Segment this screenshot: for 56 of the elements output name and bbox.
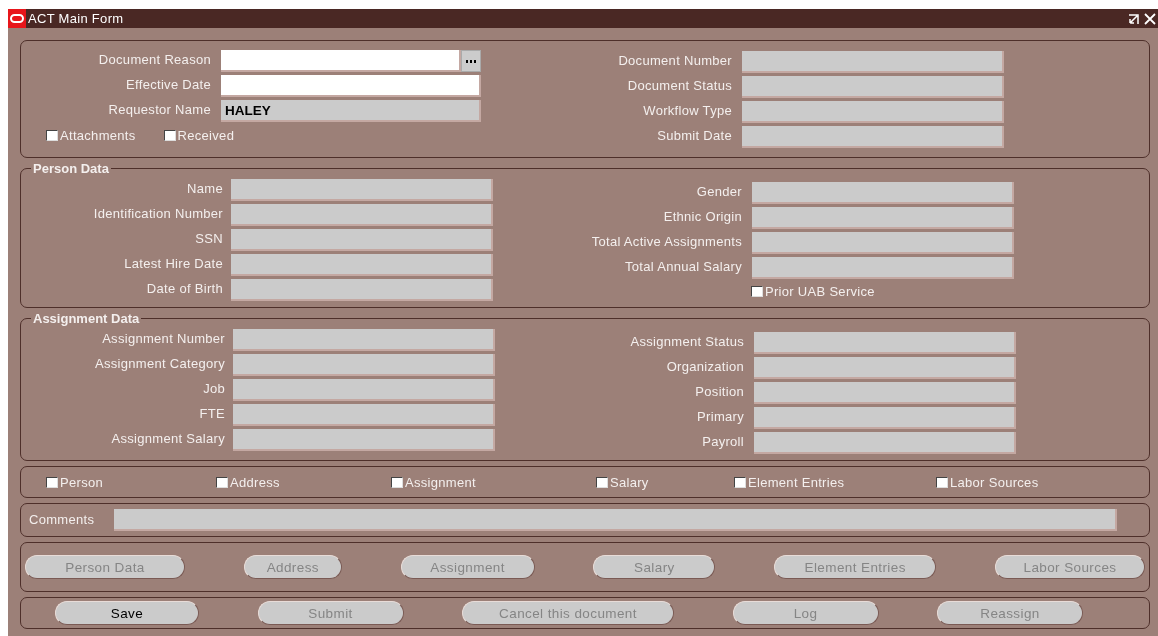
field-label: Submit Date [656,127,732,145]
checkbox-label: Received [177,128,235,143]
ellipsis-icon [466,59,476,63]
field-label: FTE [198,405,225,423]
close-icon[interactable] [1144,12,1156,25]
checkbox[interactable] [751,286,763,297]
field-label: Assignment Salary [110,430,225,448]
field-label: Job [202,380,225,398]
restore-icon[interactable] [1128,12,1140,25]
field-label: Requestor Name [107,101,211,119]
field-label: Latest Hire Date [123,255,223,273]
section-title: Person Data [32,162,110,175]
checkbox[interactable] [391,476,403,488]
checkbox-label: Salary [610,474,649,490]
field-label: Identification Number [92,205,223,223]
field-label: Name [186,180,223,198]
field-label: Assignment Number [101,330,225,348]
checkbox-label: Person [60,474,103,490]
checkbox[interactable] [46,476,58,488]
checkbox[interactable] [734,476,746,488]
field-label: Workflow Type [642,102,732,120]
field-label: Position [694,383,744,401]
checkbox-label: Assignment [405,474,476,490]
field-label: Assignment Category [94,355,225,373]
section-title: Assignment Data [32,312,141,325]
app-logo [8,9,26,28]
action-button[interactable]: Save [55,601,199,625]
field-label: Total Active Assignments [590,233,742,251]
field-label: Effective Date [125,76,211,94]
field-label: Gender [695,183,742,201]
field-label: Assignment Status [629,333,744,351]
text-field[interactable] [221,75,481,97]
window-title: ACT Main Form [28,11,125,26]
field-label: Document Reason [97,51,211,69]
field-label: Ethnic Origin [662,208,742,226]
field-label: Comments [29,511,95,529]
checkbox[interactable] [163,130,176,141]
checkbox[interactable] [936,476,948,488]
checkbox-label: Prior UAB Service [765,284,875,299]
field-label: Total Annual Salary [624,258,742,276]
field-label: SSN [194,230,223,248]
field-label: Organization [665,358,744,376]
text-field[interactable] [221,50,461,72]
checkbox[interactable] [46,130,58,141]
checkbox[interactable] [596,476,608,488]
field-label: Primary [696,408,744,426]
field-label: Document Number [617,52,732,70]
checkbox-label: Labor Sources [950,474,1039,490]
checkbox-label: Element Entries [748,474,845,490]
list-button[interactable] [461,50,481,72]
checkbox[interactable] [216,476,228,488]
checkbox-label: Address [230,474,280,490]
field-label: Document Status [626,77,732,95]
checkbox-label: Attachments [60,128,136,143]
field-label: Date of Birth [145,280,223,298]
field-label: Payroll [701,433,744,451]
